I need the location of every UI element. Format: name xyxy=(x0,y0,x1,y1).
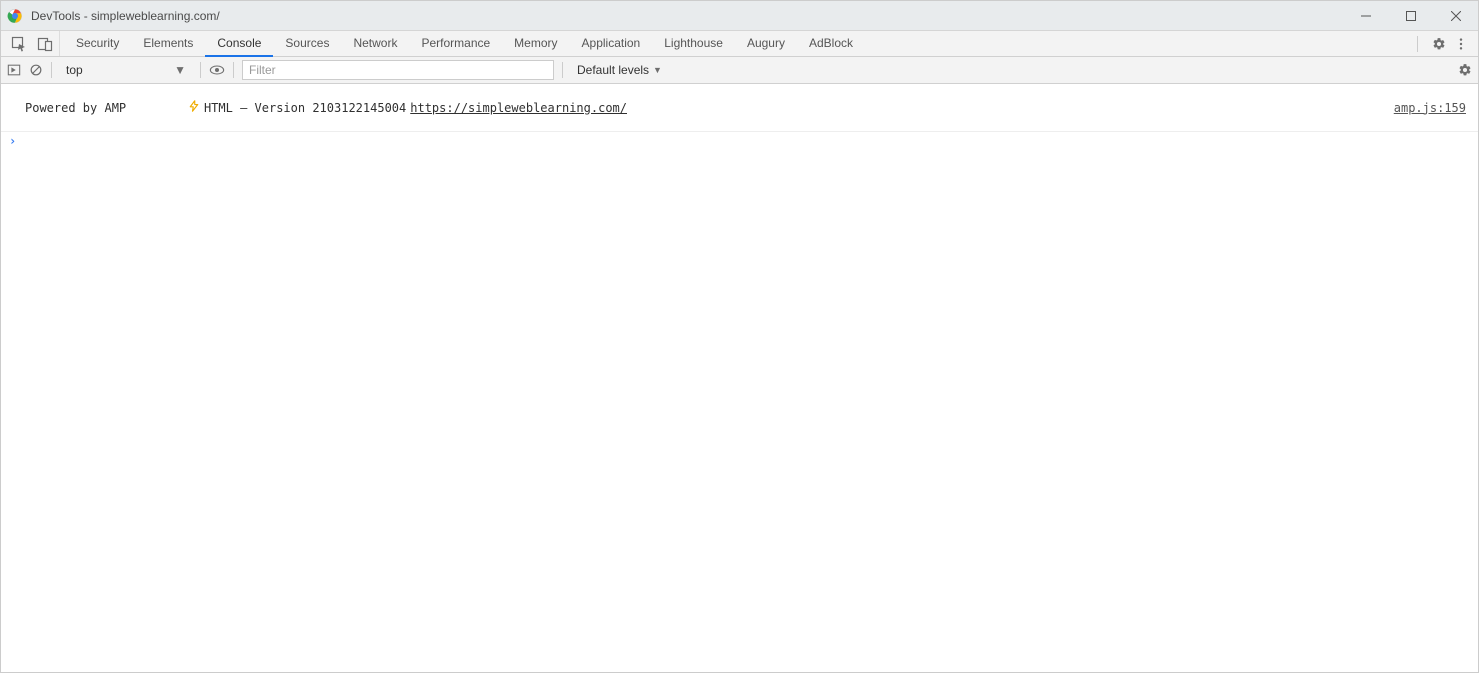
close-button[interactable] xyxy=(1433,1,1478,31)
log-source-link[interactable]: amp.js:159 xyxy=(1394,101,1470,115)
console-output: Powered by AMP HTML – Version 2103122145… xyxy=(1,84,1478,150)
tab-label: Network xyxy=(353,36,397,50)
prompt-chevron-icon: › xyxy=(9,134,16,148)
console-settings-icon[interactable] xyxy=(1458,63,1472,77)
filter-input[interactable] xyxy=(242,60,554,80)
tab-sources[interactable]: Sources xyxy=(273,31,341,57)
inspect-element-icon[interactable] xyxy=(11,36,27,52)
tab-performance[interactable]: Performance xyxy=(409,31,502,57)
window-titlebar: DevTools - simpleweblearning.com/ xyxy=(1,1,1478,31)
chevron-down-icon: ▼ xyxy=(174,63,186,77)
log-url-link[interactable]: https://simpleweblearning.com/ xyxy=(410,101,627,115)
lightning-icon xyxy=(130,86,200,129)
settings-icon[interactable] xyxy=(1432,37,1446,51)
live-expression-icon[interactable] xyxy=(209,63,225,77)
log-levels-selector[interactable]: Default levels ▼ xyxy=(577,63,662,77)
tab-label: Sources xyxy=(285,36,329,50)
tab-label: Lighthouse xyxy=(664,36,723,50)
tab-label: Elements xyxy=(143,36,193,50)
tab-lighthouse[interactable]: Lighthouse xyxy=(652,31,735,57)
tab-label: Security xyxy=(76,36,119,50)
tab-label: Memory xyxy=(514,36,557,50)
tab-security[interactable]: Security xyxy=(64,31,131,57)
console-prompt[interactable]: › xyxy=(1,132,1478,150)
tab-memory[interactable]: Memory xyxy=(502,31,569,57)
tab-application[interactable]: Application xyxy=(570,31,653,57)
toggle-sidebar-icon[interactable] xyxy=(7,63,21,77)
clear-console-icon[interactable] xyxy=(29,63,43,77)
tab-augury[interactable]: Augury xyxy=(735,31,797,57)
levels-label: Default levels xyxy=(577,63,649,77)
devtools-tabstrip: Security Elements Console Sources Network Per… xyxy=(1,31,1478,57)
context-label: top xyxy=(66,63,83,77)
console-toolbar: top ▼ Default levels ▼ xyxy=(1,57,1478,84)
chevron-down-icon: ▼ xyxy=(653,65,662,75)
tab-network[interactable]: Network xyxy=(341,31,409,57)
tab-label: Application xyxy=(582,36,641,50)
tab-label: Augury xyxy=(747,36,785,50)
execution-context-selector[interactable]: top ▼ xyxy=(60,63,192,77)
more-icon[interactable] xyxy=(1454,37,1468,51)
log-text-prefix: Powered by AMP xyxy=(25,101,126,115)
maximize-button[interactable] xyxy=(1388,1,1433,31)
tab-console[interactable]: Console xyxy=(205,31,273,57)
minimize-button[interactable] xyxy=(1343,1,1388,31)
window-title: DevTools - simpleweblearning.com/ xyxy=(31,9,220,23)
tab-label: Performance xyxy=(421,36,490,50)
chrome-icon xyxy=(7,8,23,24)
log-text-mid: HTML – Version 2103122145004 xyxy=(204,101,406,115)
console-message: Powered by AMP HTML – Version 2103122145… xyxy=(1,84,1478,132)
tab-adblock[interactable]: AdBlock xyxy=(797,31,865,57)
tab-elements[interactable]: Elements xyxy=(131,31,205,57)
tab-label: Console xyxy=(217,36,261,50)
device-toggle-icon[interactable] xyxy=(37,36,53,52)
tab-label: AdBlock xyxy=(809,36,853,50)
